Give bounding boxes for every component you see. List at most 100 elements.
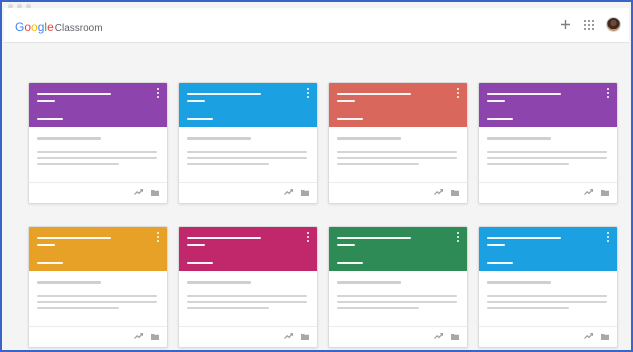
logo-letter: e: [47, 20, 54, 34]
more-dot: [457, 236, 459, 238]
class-card-footer: [29, 182, 167, 203]
more-dot: [307, 232, 309, 234]
body-text-placeholder: [337, 307, 419, 309]
more-vert-icon[interactable]: [606, 88, 610, 98]
more-dot: [607, 236, 609, 238]
body-text-placeholder: [337, 151, 457, 153]
trending-icon[interactable]: [584, 332, 593, 340]
more-dot: [457, 232, 459, 234]
logo-letter: G: [15, 20, 25, 34]
trending-icon[interactable]: [434, 188, 443, 196]
more-dot: [607, 240, 609, 242]
body-text-placeholder: [487, 307, 569, 309]
header-text-placeholder: [487, 237, 561, 239]
class-card[interactable]: [328, 82, 468, 204]
body-text-placeholder: [487, 137, 551, 140]
avatar[interactable]: [606, 17, 621, 32]
folder-icon[interactable]: [301, 189, 309, 196]
folder-icon[interactable]: [151, 189, 159, 196]
header-text-placeholder: [487, 118, 513, 120]
header-text-placeholder: [37, 237, 111, 239]
body-text-placeholder: [37, 163, 119, 165]
class-card-header[interactable]: [179, 83, 317, 127]
class-card-header[interactable]: [29, 227, 167, 271]
header-text-placeholder: [337, 237, 411, 239]
more-vert-icon[interactable]: [156, 232, 160, 242]
class-card[interactable]: [328, 226, 468, 348]
more-dot: [307, 240, 309, 242]
body-text-placeholder: [187, 281, 251, 284]
product-name: Classroom: [54, 23, 103, 34]
class-card-footer: [29, 326, 167, 347]
more-vert-icon[interactable]: [606, 232, 610, 242]
trending-icon[interactable]: [134, 332, 143, 340]
classroom-logo[interactable]: GoogleClassroom: [15, 20, 103, 36]
class-card[interactable]: [478, 226, 618, 348]
class-card-footer: [179, 182, 317, 203]
trending-icon[interactable]: [434, 332, 443, 340]
logo-letter: o: [31, 20, 38, 34]
more-dot: [157, 88, 159, 90]
body-text-placeholder: [37, 281, 101, 284]
class-card[interactable]: [178, 226, 318, 348]
more-dot: [457, 96, 459, 98]
header-text-placeholder: [337, 118, 363, 120]
body-text-placeholder: [487, 301, 607, 303]
more-vert-icon[interactable]: [306, 232, 310, 242]
class-card-header[interactable]: [179, 227, 317, 271]
body-text-placeholder: [187, 163, 269, 165]
trending-icon[interactable]: [284, 188, 293, 196]
class-card-header[interactable]: [329, 227, 467, 271]
class-card-header[interactable]: [329, 83, 467, 127]
body-text-placeholder: [487, 157, 607, 159]
more-vert-icon[interactable]: [306, 88, 310, 98]
header-text-placeholder: [487, 262, 513, 264]
trending-icon[interactable]: [584, 188, 593, 196]
class-card[interactable]: [478, 82, 618, 204]
more-dot: [307, 92, 309, 94]
body-text-placeholder: [37, 295, 157, 297]
class-card-header[interactable]: [479, 83, 617, 127]
more-vert-icon[interactable]: [156, 88, 160, 98]
trending-icon[interactable]: [134, 188, 143, 196]
folder-icon[interactable]: [301, 333, 309, 340]
body-text-placeholder: [337, 157, 457, 159]
class-card[interactable]: [28, 82, 168, 204]
class-card-footer: [179, 326, 317, 347]
body-text-placeholder: [337, 281, 401, 284]
app-bar: GoogleClassroom: [4, 8, 629, 43]
more-dot: [457, 240, 459, 242]
more-dot: [157, 240, 159, 242]
folder-icon[interactable]: [451, 189, 459, 196]
header-text-placeholder: [337, 100, 355, 102]
class-card[interactable]: [178, 82, 318, 204]
body-text-placeholder: [337, 295, 457, 297]
folder-icon[interactable]: [601, 189, 609, 196]
body-text-placeholder: [37, 151, 157, 153]
header-text-placeholder: [187, 262, 213, 264]
class-card-footer: [329, 326, 467, 347]
folder-icon[interactable]: [151, 333, 159, 340]
class-card-footer: [479, 182, 617, 203]
header-text-placeholder: [37, 118, 63, 120]
apps-grid-icon[interactable]: [582, 18, 596, 32]
folder-icon[interactable]: [451, 333, 459, 340]
more-dot: [307, 88, 309, 90]
more-dot: [607, 88, 609, 90]
trending-icon[interactable]: [284, 332, 293, 340]
plus-icon[interactable]: [558, 18, 572, 32]
header-text-placeholder: [187, 100, 205, 102]
class-card[interactable]: [28, 226, 168, 348]
more-vert-icon[interactable]: [456, 232, 460, 242]
more-dot: [457, 92, 459, 94]
more-dot: [157, 232, 159, 234]
class-card-header[interactable]: [29, 83, 167, 127]
header-text-placeholder: [37, 262, 63, 264]
folder-icon[interactable]: [601, 333, 609, 340]
body-text-placeholder: [187, 137, 251, 140]
header-text-placeholder: [487, 244, 505, 246]
header-text-placeholder: [37, 93, 111, 95]
more-dot: [157, 92, 159, 94]
more-vert-icon[interactable]: [456, 88, 460, 98]
class-card-header[interactable]: [479, 227, 617, 271]
